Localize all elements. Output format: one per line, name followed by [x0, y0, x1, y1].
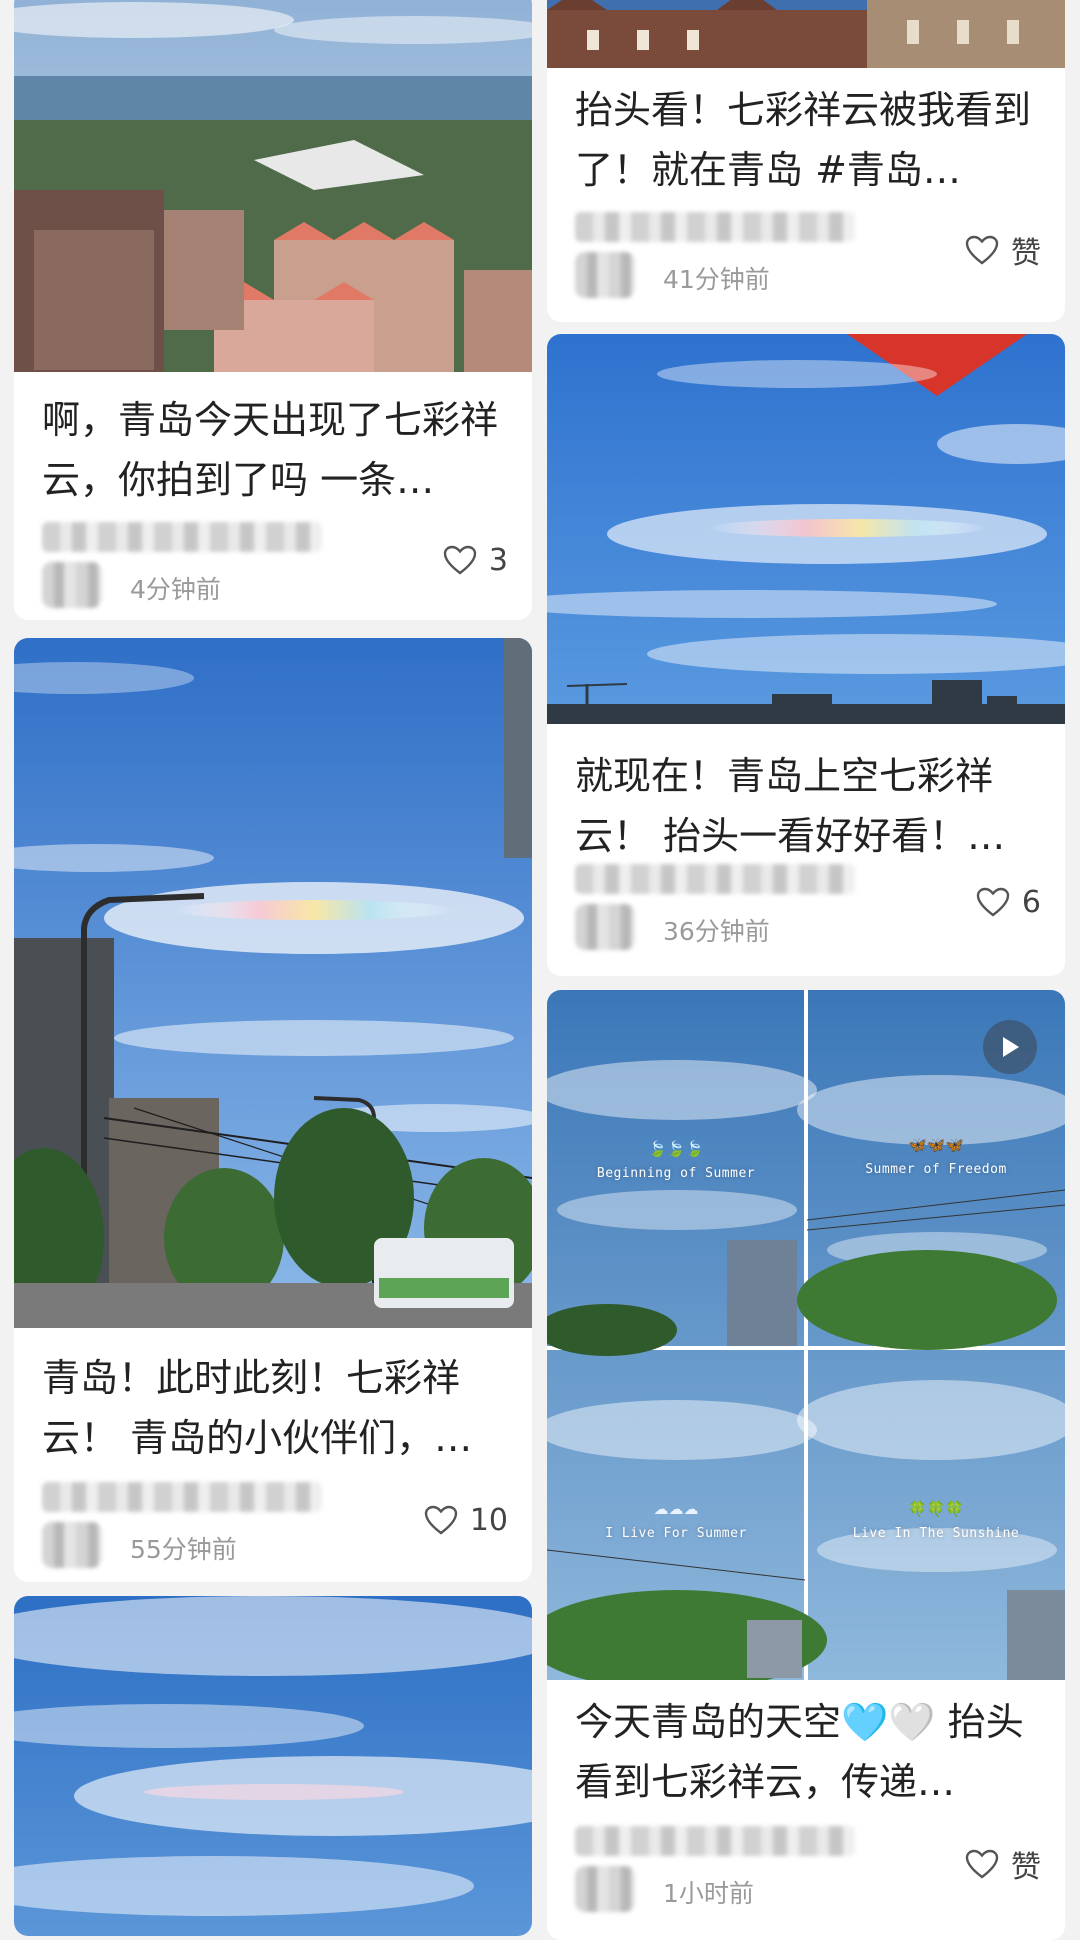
post-card[interactable]: 啊，青岛今天出现了七彩祥云，你拍到了吗 一条… 4分钟前 3 [14, 0, 532, 620]
heart-outline-icon [965, 235, 999, 265]
post-meta: 36分钟前 6 [575, 864, 1041, 954]
collage-caption: Summer of Freedom [865, 1162, 1007, 1177]
like-button[interactable]: 6 [976, 882, 1041, 922]
heart-outline-icon [965, 1849, 999, 1879]
collage-caption-emoji: ☁☁☁ [653, 1500, 699, 1518]
collage-caption: Live In The Sunshine [852, 1526, 1020, 1541]
avatar[interactable] [575, 252, 635, 298]
collage-caption: I Live For Summer [605, 1526, 747, 1541]
post-title[interactable]: 啊，青岛今天出现了七彩祥云，你拍到了吗 一条… [42, 390, 504, 510]
collage-caption: Beginning of Summer [596, 1166, 756, 1181]
post-meta: 1小时前 赞 [575, 1826, 1041, 1916]
post-photo-sky-collage[interactable]: 🍃🍃🍃 Beginning of Summer 🦋🦋🦋 Summer of Fr… [547, 990, 1065, 1680]
like-count: 10 [469, 1502, 508, 1538]
author-name-blurred[interactable] [575, 212, 855, 242]
play-icon[interactable] [983, 1020, 1037, 1074]
post-time: 41分钟前 [663, 265, 770, 294]
collage-caption-emoji: 🍀🍀🍀 [907, 1500, 965, 1518]
author-name-blurred[interactable] [575, 1826, 855, 1856]
avatar[interactable] [42, 562, 102, 608]
like-button[interactable]: 赞 [965, 1844, 1041, 1885]
like-count: 赞 [1011, 1850, 1041, 1885]
post-title[interactable]: 青岛！此时此刻！七彩祥云！ 青岛的小伙伴们，… [42, 1348, 504, 1468]
post-time: 4分钟前 [130, 575, 221, 604]
post-card[interactable]: 抬头看！七彩祥云被我看到了！就在青岛 #青岛… 41分钟前 赞 [547, 0, 1065, 322]
post-photo-buildings[interactable] [547, 0, 1065, 68]
post-time: 55分钟前 [130, 1535, 237, 1564]
post-time: 1小时前 [663, 1879, 754, 1908]
post-card[interactable] [14, 1596, 532, 1936]
author-name-blurred[interactable] [42, 1482, 322, 1512]
post-time: 36分钟前 [663, 917, 770, 946]
post-meta: 41分钟前 赞 [575, 212, 1041, 302]
post-photo-coastal-city[interactable] [14, 0, 532, 372]
like-button[interactable]: 赞 [965, 230, 1041, 271]
like-count: 3 [488, 542, 508, 578]
post-photo-sky-clouds[interactable] [14, 1596, 532, 1936]
like-count: 6 [1021, 884, 1041, 920]
post-card[interactable]: 就现在！青岛上空七彩祥云！ 抬头一看好好看！… 36分钟前 6 [547, 334, 1065, 976]
collage-caption-emoji: 🦋🦋🦋 [907, 1136, 965, 1154]
post-photo-blue-sky[interactable] [547, 334, 1065, 724]
collage-caption-emoji: 🍃🍃🍃 [647, 1140, 705, 1158]
like-count: 赞 [1011, 236, 1041, 271]
post-title[interactable]: 抬头看！七彩祥云被我看到了！就在青岛 #青岛… [575, 80, 1037, 200]
author-name-blurred[interactable] [42, 522, 322, 552]
like-button[interactable]: 10 [424, 1500, 508, 1540]
heart-outline-icon [976, 887, 1010, 917]
author-name-blurred[interactable] [575, 864, 855, 894]
post-card[interactable]: 青岛！此时此刻！七彩祥云！ 青岛的小伙伴们，… 55分钟前 10 [14, 638, 532, 1582]
post-card[interactable]: 🍃🍃🍃 Beginning of Summer 🦋🦋🦋 Summer of Fr… [547, 990, 1065, 1940]
avatar[interactable] [575, 1866, 635, 1912]
post-meta: 4分钟前 3 [42, 522, 508, 612]
like-button[interactable]: 3 [443, 540, 508, 580]
avatar[interactable] [575, 904, 635, 950]
heart-outline-icon [443, 545, 477, 575]
post-title[interactable]: 今天青岛的天空🩵🤍 抬头看到七彩祥云，传递… [575, 1692, 1037, 1812]
heart-outline-icon [424, 1505, 458, 1535]
avatar[interactable] [42, 1522, 102, 1568]
post-title[interactable]: 就现在！青岛上空七彩祥云！ 抬头一看好好看！… [575, 746, 1037, 866]
post-photo-street-sky[interactable] [14, 638, 532, 1328]
post-meta: 55分钟前 10 [42, 1482, 508, 1572]
